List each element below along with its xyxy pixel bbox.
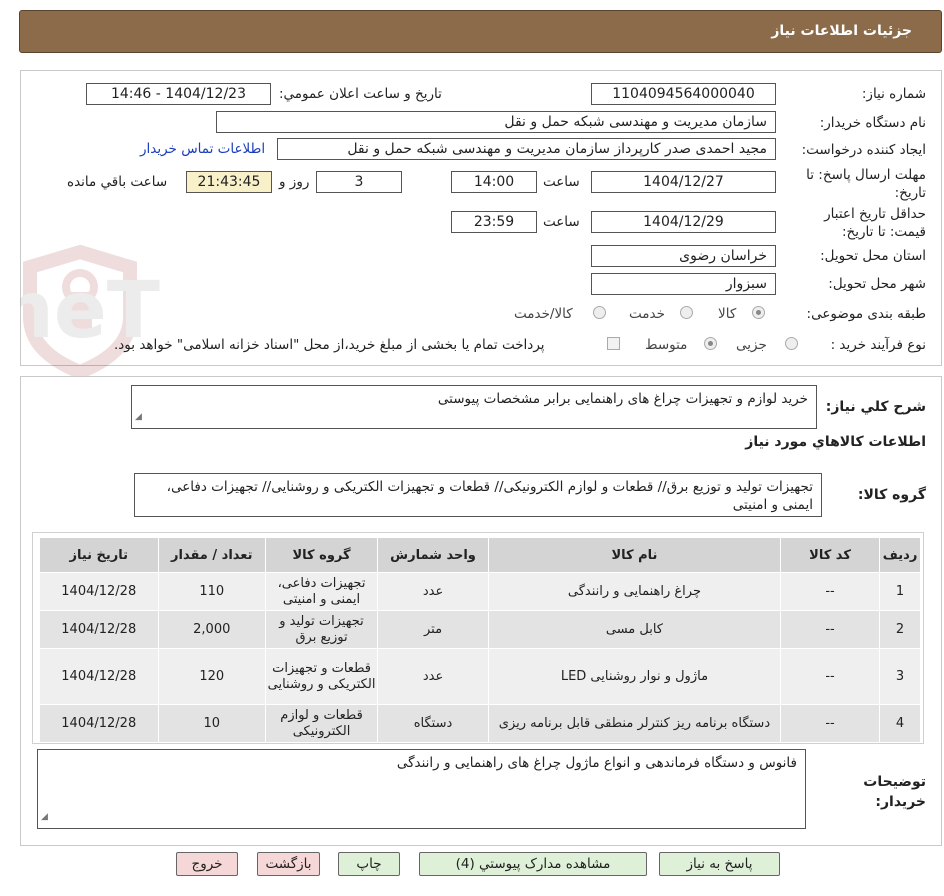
table-cell: 1404/12/28 [39, 572, 159, 611]
buyer-notes-text: فانوس و دستگاه فرماندهی و انواع ماژول چر… [396, 755, 797, 771]
deadline-time-label: ساعت [543, 174, 580, 190]
table-cell: تجهیزات تولید و توزیع برق [264, 610, 379, 649]
days-label: روز و [279, 174, 310, 190]
table-cell: 2,000 [157, 610, 267, 649]
print-button[interactable]: چاپ [338, 852, 400, 876]
table-cell: دستگاه [377, 704, 489, 743]
items-table: ردیف کد کالا نام کالا واحد شمارش گروه کا… [39, 537, 921, 743]
table-cell: 1404/12/28 [39, 610, 159, 649]
table-cell: 10 [157, 704, 267, 743]
goods-info-title: اطلاعات کالاهاي مورد نیاز [745, 434, 926, 450]
page-header: جزئیات اطلاعات نیاز [19, 10, 942, 53]
table-cell: کابل مسی [487, 610, 781, 649]
process-medium-radio[interactable] [704, 337, 717, 350]
goods-group-label: گروه کالا: [857, 487, 926, 503]
table-row: 4 -- دستگاه برنامه ریز کنترلر منطقی قابل… [39, 704, 921, 743]
reply-to-need-button[interactable]: پاسخ به نیاز [659, 852, 780, 876]
time-remaining-field: 21:43:45 [186, 171, 272, 193]
treasury-payment-note: پرداخت تمام یا بخشی از مبلغ خرید،از محل … [114, 337, 545, 353]
table-cell: 4 [879, 704, 921, 743]
table-row: 2 -- کابل مسی متر تجهیزات تولید و توزیع … [39, 610, 921, 649]
goods-group-text: تجهیزات تولید و توزیع برق// قطعات و لواز… [166, 479, 813, 513]
table-cell: چراغ راهنمایی و رانندگی [487, 572, 781, 611]
table-cell: -- [779, 704, 881, 743]
buyer-notes-textarea[interactable]: فانوس و دستگاه فرماندهی و انواع ماژول چر… [37, 749, 806, 829]
treasury-payment-checkbox[interactable] [607, 337, 620, 350]
table-cell: عدد [377, 572, 489, 611]
category-goods-service-label: کالا/خدمت [514, 306, 573, 322]
process-minor-radio[interactable] [785, 337, 798, 350]
city-label: شهر محل تحویل: [828, 276, 926, 292]
column-header: تعداد / مقدار [157, 537, 267, 573]
table-cell: 1404/12/28 [39, 648, 159, 705]
table-cell: ماژول و نوار روشنایی LED [487, 648, 781, 705]
summary-label: شرح کلي نیاز: [825, 399, 926, 415]
table-cell: قطعات و لوازم الکترونیکی [264, 704, 379, 743]
announce-label: تاریخ و ساعت اعلان عمومي: [279, 86, 442, 102]
deadline-label: مهلت ارسال پاسخ: تا تاریخ: [806, 167, 926, 201]
table-cell: متر [377, 610, 489, 649]
resize-grip-icon[interactable]: ◢ [41, 808, 48, 826]
column-header: گروه کالا [264, 537, 379, 573]
exit-button[interactable]: خروج [176, 852, 238, 876]
table-header-row: ردیف کد کالا نام کالا واحد شمارش گروه کا… [39, 537, 921, 573]
goods-group-textarea[interactable]: تجهیزات تولید و توزیع برق// قطعات و لواز… [134, 473, 822, 517]
page-title: جزئیات اطلاعات نیاز [771, 23, 912, 39]
table-cell: 1404/12/28 [39, 704, 159, 743]
category-goods-service-radio[interactable] [593, 306, 606, 319]
deadline-time-field: 14:00 [451, 171, 537, 193]
category-label: طبقه بندی موضوعی: [806, 306, 926, 322]
buyer-org-label: نام دستگاه خریدار: [819, 115, 926, 131]
table-cell: 110 [157, 572, 267, 611]
column-header: کد کالا [779, 537, 881, 573]
creator-field: مجید احمدی صدر کارپرداز سازمان مدیریت و … [277, 138, 776, 160]
deadline-date-field: 1404/12/27 [591, 171, 776, 193]
table-cell: 2 [879, 610, 921, 649]
category-service-radio[interactable] [680, 306, 693, 319]
table-row: 3 -- ماژول و نوار روشنایی LED عدد قطعات … [39, 648, 921, 705]
validity-label: حداقل تاریخ اعتبار قیمت: تا تاریخ: [824, 206, 926, 240]
table-cell: 3 [879, 648, 921, 705]
category-goods-radio[interactable] [752, 306, 765, 319]
table-cell: 1 [879, 572, 921, 611]
view-attachments-button[interactable]: مشاهده مدارک پیوستي (4) [419, 852, 647, 876]
summary-text: خرید لوازم و تجهیزات چراغ های راهنمایی ب… [437, 391, 808, 407]
table-cell: دستگاه برنامه ریز کنترلر منطقی قابل برنا… [487, 704, 781, 743]
days-remaining-field: 3 [316, 171, 402, 193]
province-label: استان محل تحویل: [820, 248, 926, 264]
table-cell: -- [779, 610, 881, 649]
province-field: خراسان رضوی [591, 245, 776, 267]
need-number-field: 1104094564000040 [591, 83, 776, 105]
back-button[interactable]: بازگشت [257, 852, 320, 876]
validity-time-label: ساعت [543, 214, 580, 230]
validity-time-field: 23:59 [451, 211, 537, 233]
table-cell: 120 [157, 648, 267, 705]
column-header: واحد شمارش [377, 537, 489, 573]
table-cell: عدد [377, 648, 489, 705]
column-header: نام کالا [487, 537, 781, 573]
buyer-notes-label: توضیحات خریدار: [863, 774, 926, 810]
validity-date-field: 1404/12/29 [591, 211, 776, 233]
table-cell: -- [779, 648, 881, 705]
announce-field: 1404/12/23 - 14:46 [86, 83, 271, 105]
need-number-label: شماره نیاز: [861, 86, 926, 102]
category-goods-label: کالا [718, 306, 737, 322]
contact-info-link[interactable]: اطلاعات تماس خریدار [140, 141, 265, 157]
city-field: سبزوار [591, 273, 776, 295]
column-header: ردیف [879, 537, 921, 573]
process-medium-label: متوسط [645, 337, 688, 353]
process-minor-label: جزیی [736, 337, 767, 353]
table-cell: -- [779, 572, 881, 611]
time-remaining-label: ساعت باقي مانده [67, 174, 168, 190]
process-label: نوع فرآیند خرید : [830, 337, 926, 353]
table-row: 1 -- چراغ راهنمایی و رانندگی عدد تجهیزات… [39, 572, 921, 611]
table-cell: قطعات و تجهیزات الکتریکی و روشنایی [264, 648, 379, 705]
summary-textarea[interactable]: خرید لوازم و تجهیزات چراغ های راهنمایی ب… [131, 385, 817, 429]
creator-label: ایجاد کننده درخواست: [801, 142, 926, 158]
table-cell: تجهیزات دفاعی، ایمنی و امنیتی [264, 572, 379, 611]
column-header: تاریخ نیاز [39, 537, 159, 573]
resize-grip-icon[interactable]: ◢ [135, 408, 142, 426]
category-service-label: خدمت [629, 306, 665, 322]
buyer-org-field: سازمان مدیریت و مهندسی شبکه حمل و نقل [216, 111, 776, 133]
